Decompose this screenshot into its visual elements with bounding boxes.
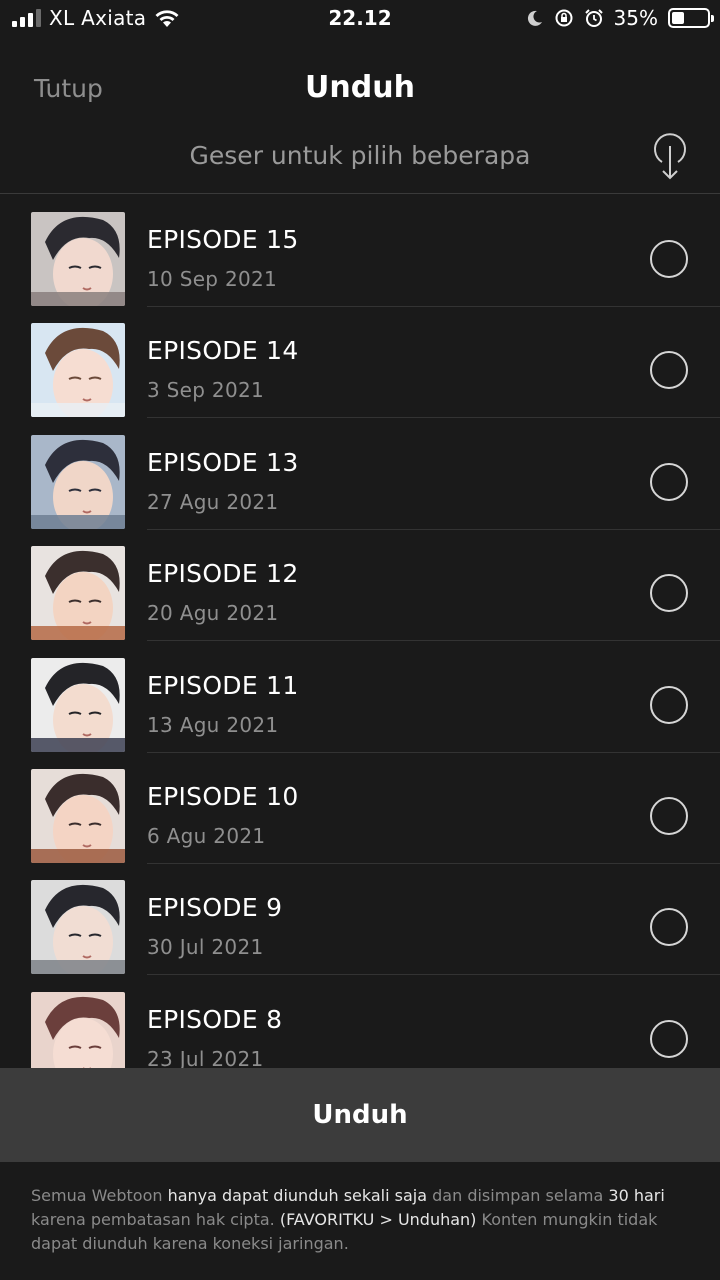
episode-date: 10 Sep 2021 (147, 267, 278, 291)
episode-date: 13 Agu 2021 (147, 712, 279, 737)
status-bar: XL Axiata 22.12 35% (0, 0, 720, 40)
episode-thumbnail (31, 769, 125, 863)
episode-thumbnail (31, 323, 125, 418)
episode-date: 3 Sep 2021 (147, 378, 265, 403)
select-checkbox[interactable] (650, 1019, 688, 1058)
footer-text: Semua Webtoon (31, 1186, 168, 1205)
episode-row[interactable]: EPISODE 12 20 Agu 2021 (0, 529, 720, 642)
episode-title: EPISODE 9 (147, 893, 283, 923)
moon-icon (527, 10, 542, 26)
select-checkbox[interactable] (650, 685, 688, 724)
select-checkbox[interactable] (650, 240, 688, 278)
footer-notice: Semua Webtoon hanya dapat diunduh sekali… (31, 1184, 691, 1256)
footer-text: karena pembatasan hak cipta. (31, 1210, 280, 1229)
episode-row[interactable]: EPISODE 8 23 Jul 2021 (0, 975, 720, 1068)
download-button[interactable]: Unduh (0, 1068, 720, 1162)
footer-text: dan disimpan selama (427, 1186, 609, 1205)
select-checkbox[interactable] (650, 462, 688, 501)
rotation-lock-icon (555, 9, 573, 27)
episode-list[interactable]: EPISODE 15 10 Sep 2021 EPISODE 14 3 Sep 202… (0, 195, 720, 1068)
episode-title: EPISODE 12 (147, 559, 299, 589)
page-title: Unduh (305, 70, 415, 105)
battery-icon (668, 8, 714, 28)
episode-title: EPISODE 13 (147, 447, 299, 477)
select-checkbox[interactable] (650, 574, 688, 613)
select-checkbox[interactable] (650, 908, 688, 947)
episode-thumbnail (31, 212, 125, 306)
episode-row[interactable]: EPISODE 9 30 Jul 2021 (0, 863, 720, 976)
episode-date: 30 Jul 2021 (147, 935, 264, 960)
episode-row[interactable]: EPISODE 14 3 Sep 2021 (0, 306, 720, 419)
selection-hint-bar: Geser untuk pilih beberapa (0, 124, 720, 194)
footer-highlight: (FAVORITKU > Unduhan) (279, 1210, 477, 1229)
battery-percent: 35% (613, 6, 658, 30)
download-all-icon[interactable] (650, 132, 690, 182)
episode-title: EPISODE 11 (147, 670, 299, 700)
episode-thumbnail (31, 880, 125, 975)
selection-hint: Geser untuk pilih beberapa (189, 141, 531, 170)
episode-title: EPISODE 15 (147, 225, 299, 254)
episode-date: 20 Agu 2021 (147, 601, 279, 626)
select-checkbox[interactable] (650, 351, 688, 390)
footer-highlight: hanya dapat diunduh sekali saja (167, 1186, 428, 1205)
footer-highlight: 30 hari (608, 1186, 665, 1205)
episode-row[interactable]: EPISODE 10 6 Agu 2021 (0, 752, 720, 864)
episode-row[interactable]: EPISODE 13 27 Agu 2021 (0, 418, 720, 530)
episode-thumbnail (31, 546, 125, 641)
episode-row[interactable]: EPISODE 15 10 Sep 2021 (0, 195, 720, 307)
select-checkbox[interactable] (650, 797, 688, 835)
alarm-icon (584, 9, 603, 27)
episode-title: EPISODE 8 (147, 1004, 283, 1034)
episode-thumbnail (31, 991, 125, 1068)
episode-title: EPISODE 10 (147, 782, 299, 811)
episode-thumbnail (31, 657, 125, 752)
episode-date: 23 Jul 2021 (147, 1046, 264, 1068)
episode-thumbnail (31, 434, 125, 529)
episode-date: 6 Agu 2021 (147, 824, 266, 848)
episode-title: EPISODE 14 (147, 336, 299, 366)
episode-date: 27 Agu 2021 (147, 489, 279, 514)
episode-row[interactable]: EPISODE 11 13 Agu 2021 (0, 641, 720, 753)
